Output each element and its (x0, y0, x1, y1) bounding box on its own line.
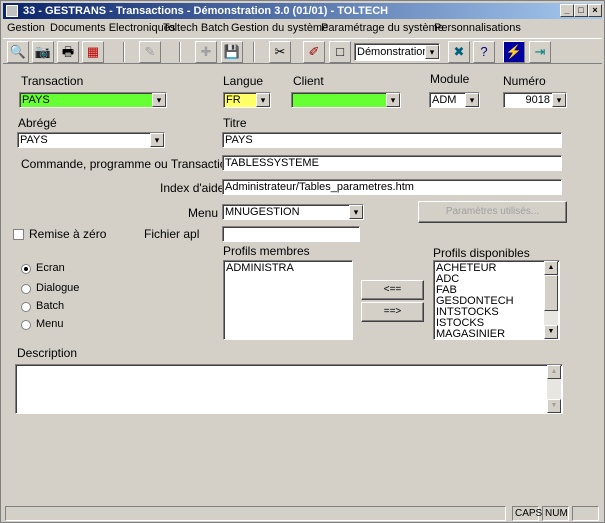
menu-toltech-batch[interactable]: Toltech Batch (163, 22, 229, 34)
transaction-field[interactable]: PAYS (19, 92, 167, 108)
fichier-apl-field[interactable] (222, 226, 360, 242)
edit-icon[interactable]: ✎ (139, 41, 161, 63)
menu-documents-electroniques[interactable]: Documents Electroniques (50, 22, 175, 34)
mode-label-ecran: Ecran (36, 262, 65, 274)
close-button[interactable]: × (588, 4, 602, 17)
chevron-down-icon[interactable]: ▾ (425, 45, 439, 59)
remove-profile-button[interactable]: ==> (361, 302, 424, 322)
remise-a-zero-label: Remise à zéro (29, 227, 107, 241)
app-icon (6, 5, 18, 17)
toolbar-separator (253, 42, 255, 62)
abrege-label: Abrégé (18, 116, 57, 130)
status-message (5, 506, 506, 521)
scroll-up-icon[interactable]: ▲ (544, 261, 558, 275)
scroll-thumb[interactable] (544, 275, 558, 311)
client-field[interactable] (291, 92, 401, 108)
main-window: 33 - GESTRANS - Transactions - Démonstra… (0, 0, 605, 523)
chevron-down-icon[interactable]: ▾ (150, 133, 164, 147)
titre-field[interactable]: PAYS (222, 132, 562, 148)
chevron-down-icon[interactable]: ▾ (465, 93, 479, 107)
profils-disponibles-scrollbar[interactable]: ▲ ▼ (544, 261, 558, 339)
status-bar: CAPS NUM (3, 504, 602, 522)
profils-membres-list[interactable]: ADMINISTRA (223, 260, 353, 340)
profils-disponibles-label: Profils disponibles (433, 246, 530, 260)
add-profile-button[interactable]: <== (361, 280, 424, 300)
erase-icon[interactable]: ✐ (303, 41, 325, 63)
client-label: Client (293, 74, 324, 88)
commande-field[interactable]: TABLESSYSTEME (222, 155, 562, 171)
toolbar: 🔍 📷 🖶 ▦ ✎ ✚ 💾 ✂ ✐ □ Démonstration 3. ▾ ✖… (3, 38, 602, 64)
menu-personnalisations[interactable]: Personnalisations (434, 22, 521, 34)
mode-label-dialogue: Dialogue (36, 282, 80, 294)
menu-field[interactable]: MNUGESTION (222, 204, 364, 220)
scroll-down-icon[interactable]: ▼ (547, 399, 561, 413)
chevron-down-icon[interactable]: ▾ (256, 93, 270, 107)
maximize-button[interactable]: □ (574, 4, 588, 17)
profils-membres-label: Profils membres (223, 244, 310, 258)
chevron-down-icon[interactable]: ▾ (152, 93, 166, 107)
caps-indicator: CAPS (512, 506, 542, 521)
report-icon[interactable]: ▦ (82, 41, 104, 63)
mode-radio-menu[interactable] (21, 320, 31, 330)
search-icon[interactable]: 🔍 (7, 41, 29, 63)
mode-radio-batch[interactable] (21, 302, 31, 312)
parametres-utilises-button[interactable]: Paramètres utilisés... (418, 201, 567, 223)
menu-gestion[interactable]: Gestion (7, 22, 45, 34)
tools-icon[interactable]: ✖ (448, 41, 470, 63)
menu-label: Menu (188, 206, 219, 220)
mode-label-batch: Batch (36, 300, 65, 312)
transaction-label: Transaction (21, 74, 84, 88)
status-panel-extra (572, 506, 599, 521)
toolbar-separator (123, 42, 125, 62)
scroll-up-icon[interactable]: ▲ (547, 365, 561, 379)
list-item[interactable]: MAGASINIER (436, 329, 557, 340)
module-label: Module (430, 72, 470, 86)
num-indicator: NUM (542, 506, 569, 521)
mode-label-menu: Menu (36, 318, 64, 330)
cut-icon[interactable]: ✂ (269, 41, 291, 63)
commande-label: Commande, programme ou Transaction (21, 157, 234, 171)
abrege-field[interactable]: PAYS (17, 132, 165, 148)
camera-icon[interactable]: 📷 (32, 41, 54, 63)
numero-label: Numéro (503, 74, 546, 88)
exit-icon[interactable]: ⇥ (529, 41, 551, 63)
description-scrollbar[interactable]: ▲ ▼ (547, 365, 561, 413)
profils-disponibles-list[interactable]: ACHETEUR ADC FAB GESDONTECH INTSTOCKS IS… (433, 260, 560, 340)
run-icon[interactable]: ⚡ (503, 41, 525, 63)
chevron-down-icon[interactable]: ▾ (386, 93, 400, 107)
menu-gestion-systeme[interactable]: Gestion du système (231, 22, 328, 34)
minimize-button[interactable]: _ (560, 4, 574, 17)
chevron-down-icon[interactable]: ▾ (349, 205, 363, 219)
toolbar-separator (179, 42, 181, 62)
print-icon[interactable]: 🖶 (57, 41, 79, 63)
description-textarea[interactable] (15, 364, 563, 414)
blank-icon[interactable]: □ (329, 41, 351, 63)
menu-parametrage-systeme[interactable]: Paramétrage du système (321, 22, 444, 34)
save-icon[interactable]: 💾 (221, 41, 243, 63)
help-icon[interactable]: ? (473, 41, 495, 63)
fichier-apl-label: Fichier apl (144, 227, 200, 241)
scroll-down-icon[interactable]: ▼ (544, 325, 558, 339)
list-item[interactable]: ADMINISTRA (226, 263, 350, 274)
mode-radio-ecran[interactable] (21, 264, 31, 274)
langue-label: Langue (223, 74, 264, 88)
menu-bar: Gestion Documents Electroniques Toltech … (3, 20, 602, 38)
remise-a-zero-checkbox[interactable] (13, 229, 24, 240)
index-aide-field[interactable]: Administrateur/Tables_parametres.htm (222, 179, 562, 195)
mode-radio-dialogue[interactable] (21, 284, 31, 294)
add-icon[interactable]: ✚ (195, 41, 217, 63)
title-bar: 33 - GESTRANS - Transactions - Démonstra… (3, 3, 602, 19)
titre-label: Titre (223, 116, 247, 130)
window-title: 33 - GESTRANS - Transactions - Démonstra… (23, 5, 389, 17)
index-aide-label: Index d'aide (160, 181, 225, 195)
description-label: Description (17, 346, 78, 360)
chevron-down-icon[interactable]: ▾ (552, 93, 566, 107)
